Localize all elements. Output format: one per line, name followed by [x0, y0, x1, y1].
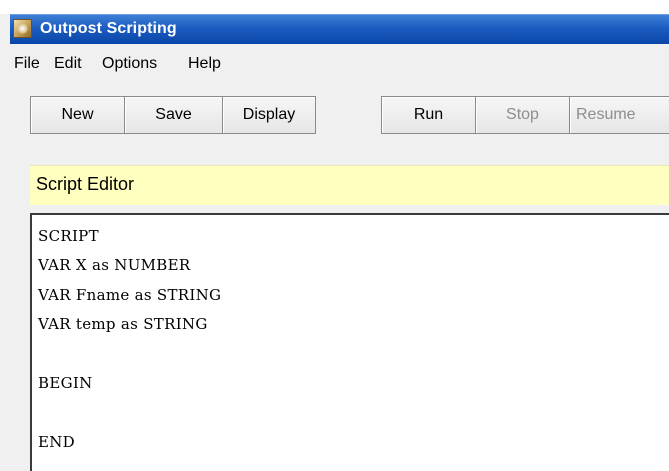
script-editor-textarea[interactable]: SCRIPT VAR X as NUMBER VAR Fname as STRI… [30, 213, 669, 471]
save-button[interactable]: Save [124, 96, 223, 134]
stop-button-label: Stop [506, 106, 539, 123]
menu-options[interactable]: Options [102, 55, 157, 73]
script-editor-title: Script Editor [36, 174, 135, 194]
code-line: VAR X as NUMBER [38, 256, 191, 274]
code-line: VAR temp as STRING [38, 315, 208, 333]
menu-edit[interactable]: Edit [54, 55, 82, 73]
run-button[interactable]: Run [381, 96, 476, 134]
new-button-label: New [61, 106, 94, 123]
code-line: VAR Fname as STRING [38, 286, 222, 304]
code-line: END [38, 433, 76, 451]
menu-help[interactable]: Help [188, 55, 221, 73]
code-line: BEGIN [38, 374, 93, 392]
resume-button-label: Resume [576, 106, 636, 123]
script-editor-header: Script Editor [30, 165, 669, 205]
app-icon[interactable] [13, 19, 32, 38]
new-button[interactable]: New [30, 96, 125, 134]
menu-file[interactable]: File [14, 55, 40, 73]
menu-bar: File Edit Options Help [10, 44, 669, 84]
top-strip [0, 0, 669, 14]
code-line: SCRIPT [38, 227, 99, 245]
display-button[interactable]: Display [222, 96, 316, 134]
resume-button[interactable]: Resume [569, 96, 669, 134]
app-window: Outpost Scripting File Edit Options Help… [0, 0, 669, 471]
display-button-label: Display [242, 106, 296, 123]
stop-button[interactable]: Stop [475, 96, 570, 134]
save-button-label: Save [155, 106, 192, 123]
run-button-label: Run [413, 106, 444, 123]
title-bar[interactable]: Outpost Scripting [10, 14, 669, 44]
window-title: Outpost Scripting [40, 20, 177, 37]
